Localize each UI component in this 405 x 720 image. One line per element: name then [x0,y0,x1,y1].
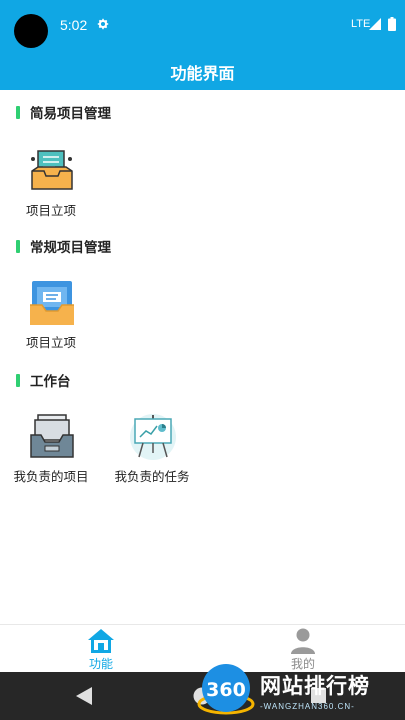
section-title: 简易项目管理 [30,106,111,122]
watermark-subtext: -WANGZHAN360.CN- [260,702,355,711]
tab-functions[interactable]: 功能 [61,625,141,673]
home-icon [88,629,114,653]
battery-icon [388,17,396,31]
section-header-simple-project: 简易项目管理 [16,102,111,122]
section-accent-bar [16,373,20,387]
file-tray-icon [30,414,74,458]
grid-item-simple-project-init[interactable]: 项目立项 [6,147,96,227]
grid-item-regular-project-init[interactable]: 项目立项 [6,279,96,359]
gear-icon [97,18,109,30]
grid-item-label: 我负责的项目 [13,469,89,484]
mail-tray-icon [30,281,74,325]
grid-item-label: 项目立项 [25,203,76,218]
section-header-workbench: 工作台 [16,370,71,390]
watermark-logo-text: 360 [206,679,246,701]
section-accent-bar [16,105,20,119]
user-icon [291,628,315,654]
section-header-regular-project: 常规项目管理 [16,236,111,256]
status-time: 5:02 [60,17,88,33]
camera-cutout [14,14,48,48]
signal-icon [369,18,381,30]
grid-item-my-tasks[interactable]: 我负责的任务 [107,413,197,493]
status-bar: 5:02 LTE [0,0,405,50]
app-bar: 功能界面 [0,50,405,90]
tab-label: 功能 [88,657,113,671]
grid-item-my-projects[interactable]: 我负责的项目 [6,413,96,493]
section-title: 常规项目管理 [30,240,111,256]
watermark-logo: 360 [197,664,255,715]
network-type: LTE [351,18,371,30]
watermark: 360 网站排行榜 -WANGZHAN360.CN- [196,662,405,720]
watermark-text: 网站排行榜 [260,674,370,698]
section-title: 工作台 [30,374,71,390]
grid-item-label: 项目立项 [25,335,76,350]
back-icon[interactable] [76,687,92,705]
section-accent-bar [16,239,20,253]
page-title: 功能界面 [170,64,235,83]
inbox-document-icon [31,150,73,190]
presentation-board-icon [130,414,176,460]
grid-item-label: 我负责的任务 [114,469,190,484]
